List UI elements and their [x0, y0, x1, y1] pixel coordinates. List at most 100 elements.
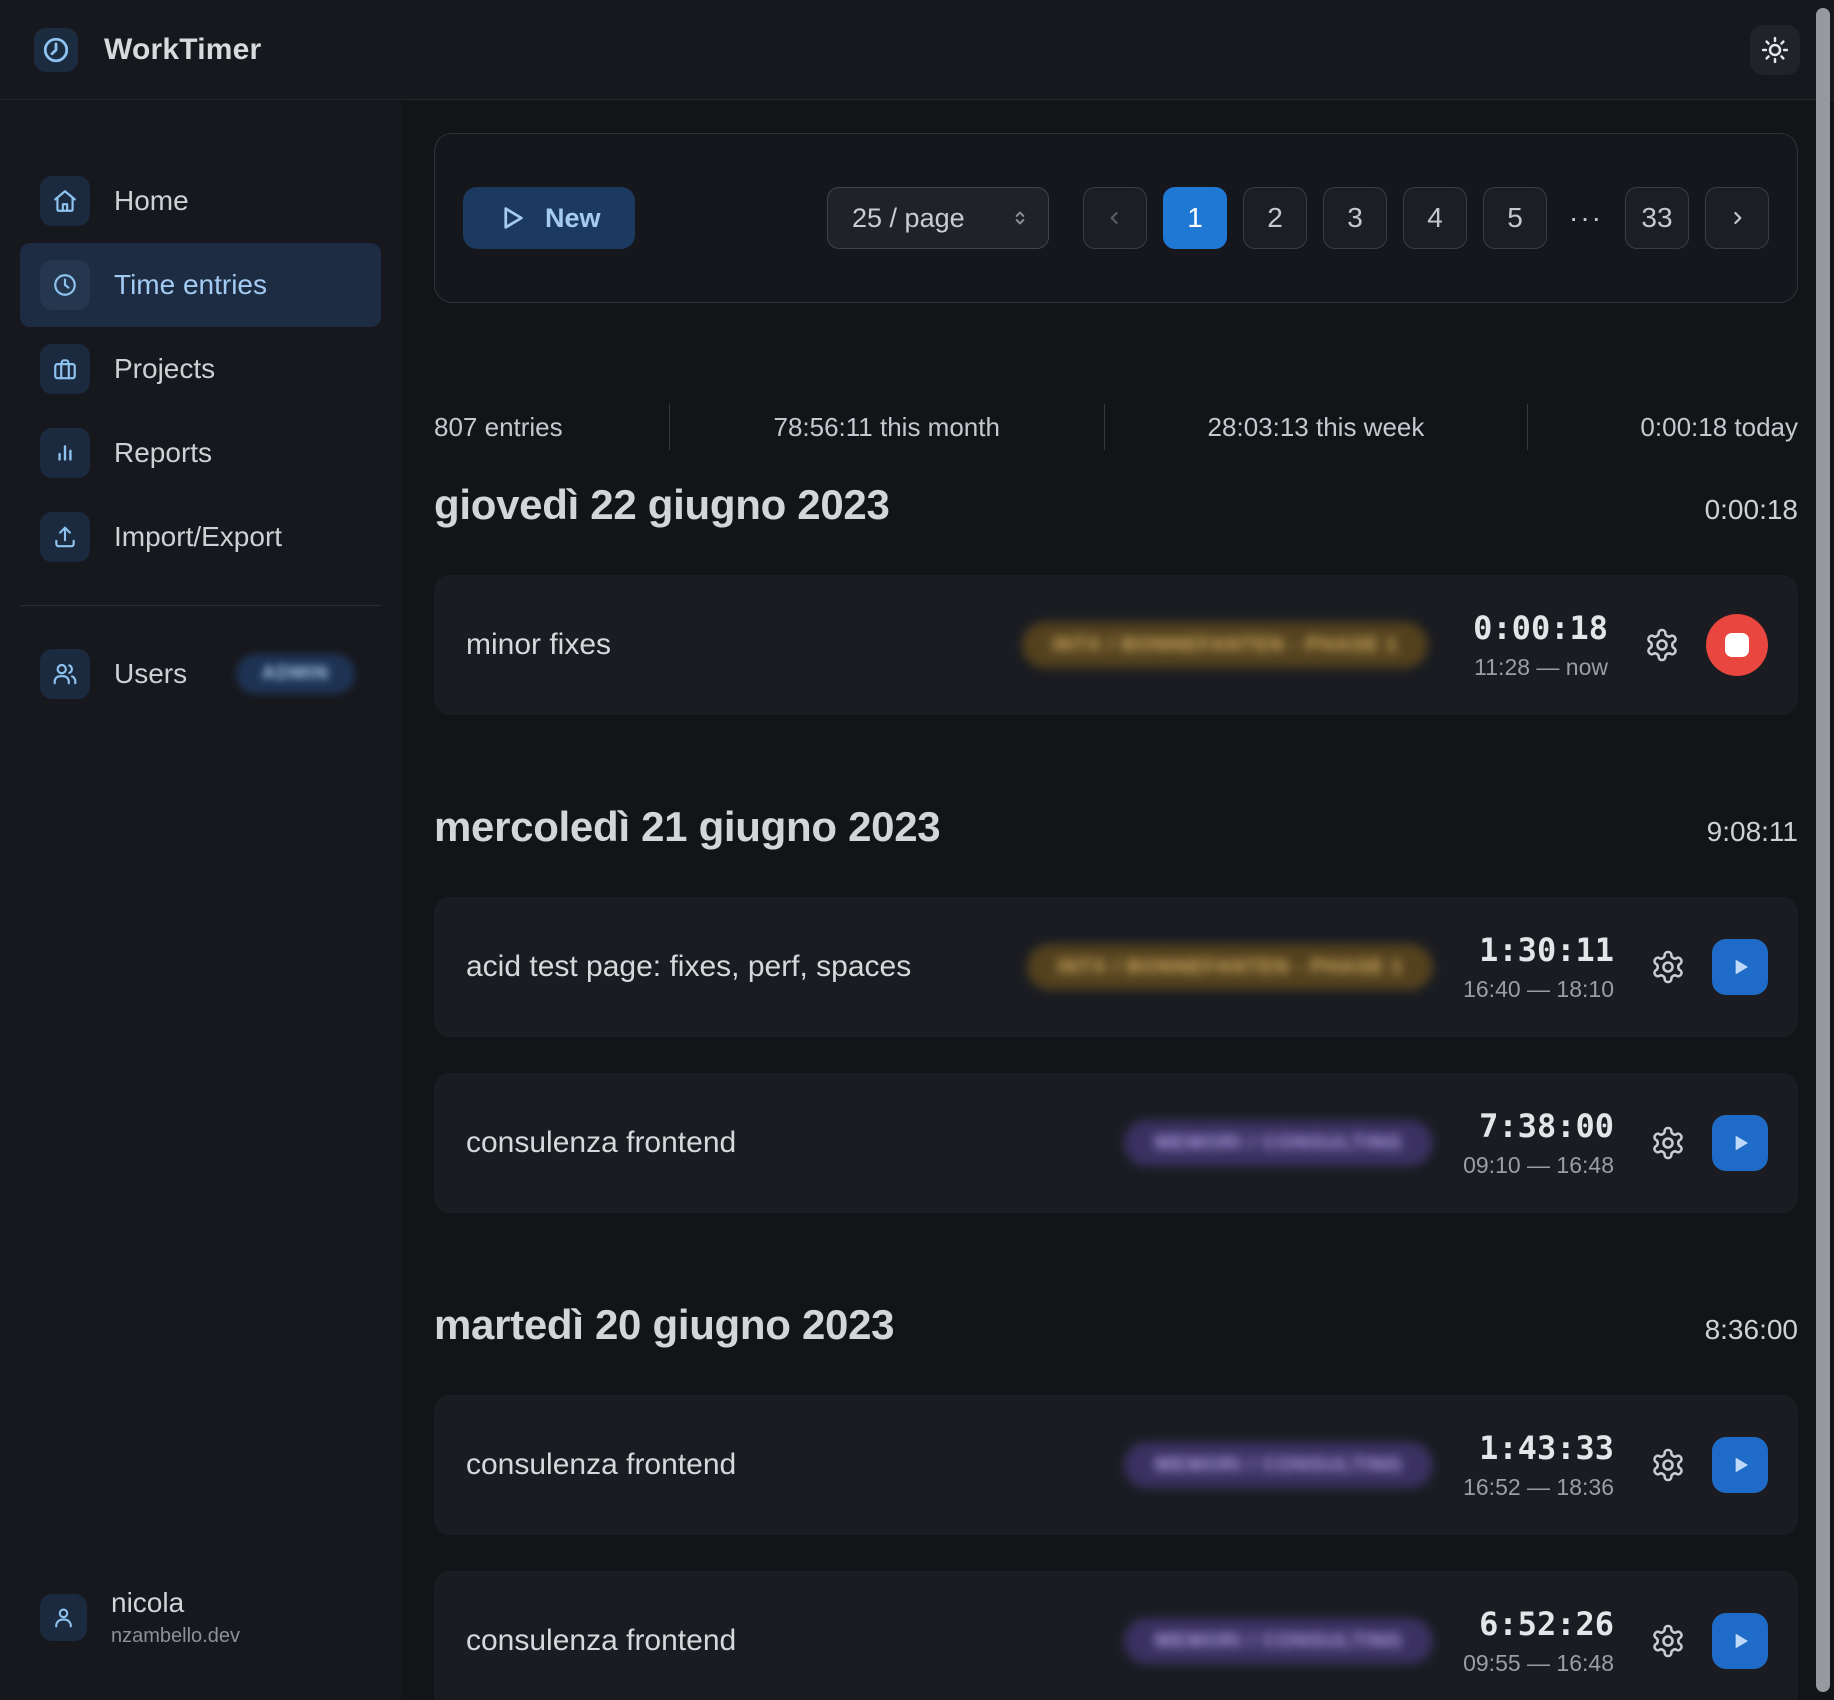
- entry-play-button[interactable]: [1712, 1437, 1768, 1493]
- project-badge: MEMORI / CONSULTING: [1124, 1618, 1433, 1664]
- day-total: 9:08:11: [1707, 816, 1798, 848]
- time-entry-row: acid test page: fixes, perf, spaces INTX…: [434, 897, 1798, 1037]
- entry-description: consulenza frontend: [466, 1126, 1124, 1160]
- time-entry-row: consulenza frontend MEMORI / CONSULTING …: [434, 1571, 1798, 1700]
- entry-description: acid test page: fixes, perf, spaces: [466, 950, 1027, 984]
- play-icon: [1727, 954, 1753, 980]
- chevron-right-icon: [1727, 208, 1747, 228]
- scrollbar[interactable]: [1816, 8, 1830, 1692]
- sidebar-item-reports[interactable]: Reports: [0, 411, 401, 495]
- gear-icon: [1650, 1623, 1686, 1659]
- sidebar-item-label: Projects: [114, 353, 215, 385]
- entry-duration: 6:52:26: [1479, 1605, 1614, 1643]
- day-total: 8:36:00: [1705, 1314, 1798, 1346]
- user-domain: nzambello.dev: [111, 1625, 240, 1648]
- new-entry-label: New: [545, 203, 601, 234]
- sidebar-divider: [20, 605, 381, 606]
- day-header: mercoledì 21 giugno 2023 9:08:11: [434, 803, 1798, 851]
- sidebar-item-projects[interactable]: Projects: [0, 327, 401, 411]
- days-list: giovedì 22 giugno 2023 0:00:18 minor fix…: [434, 481, 1798, 1700]
- entry-settings-button[interactable]: [1646, 1121, 1690, 1165]
- entry-description: consulenza frontend: [466, 1448, 1124, 1482]
- play-icon: [1727, 1452, 1753, 1478]
- entry-description: consulenza frontend: [466, 1624, 1124, 1658]
- entry-stop-button[interactable]: [1706, 614, 1768, 676]
- day-entries: acid test page: fixes, perf, spaces INTX…: [434, 897, 1798, 1213]
- day-section: giovedì 22 giugno 2023 0:00:18 minor fix…: [434, 481, 1798, 715]
- day-entries: consulenza frontend MEMORI / CONSULTING …: [434, 1395, 1798, 1700]
- entry-time-range: 16:40 — 18:10: [1463, 976, 1614, 1003]
- pagination-ellipsis: ···: [1563, 202, 1609, 234]
- day-header: martedì 20 giugno 2023 8:36:00: [434, 1301, 1798, 1349]
- time-entry-row: consulenza frontend MEMORI / CONSULTING …: [434, 1073, 1798, 1213]
- stat-total-entries: 807 entries: [434, 412, 669, 443]
- page-size-value: 25 / page: [852, 203, 965, 234]
- play-outline-icon: [497, 203, 527, 233]
- entry-times: 1:43:33 16:52 — 18:36: [1463, 1429, 1614, 1501]
- time-entry-row: consulenza frontend MEMORI / CONSULTING …: [434, 1395, 1798, 1535]
- current-user[interactable]: nicola nzambello.dev: [0, 1587, 401, 1660]
- entry-settings-button[interactable]: [1646, 945, 1690, 989]
- sidebar-item-label: Import/Export: [114, 521, 282, 553]
- entry-times: 6:52:26 09:55 — 16:48: [1463, 1605, 1614, 1677]
- stats-bar: 807 entries 78:56:11 this month 28:03:13…: [434, 399, 1798, 455]
- project-badge: INTX / BONNEFANTEN - PHASE 1: [1022, 622, 1428, 668]
- app-title: WorkTimer: [104, 33, 261, 67]
- sidebar-item-label: Reports: [114, 437, 212, 469]
- entry-play-button[interactable]: [1712, 939, 1768, 995]
- sidebar-item-time-entries[interactable]: Time entries: [20, 243, 381, 327]
- app-logo: [34, 28, 78, 72]
- day-section: martedì 20 giugno 2023 8:36:00 consulenz…: [434, 1301, 1798, 1700]
- play-icon: [1727, 1130, 1753, 1156]
- entry-duration: 1:43:33: [1479, 1429, 1614, 1467]
- entry-settings-button[interactable]: [1646, 1619, 1690, 1663]
- sidebar-item-users[interactable]: Users ADMIN: [0, 632, 401, 716]
- sidebar: Home Time entries Projects Reports Impor…: [0, 101, 401, 1700]
- prev-page-button[interactable]: [1083, 187, 1147, 249]
- day-section: mercoledì 21 giugno 2023 9:08:11 acid te…: [434, 803, 1798, 1213]
- project-badge: MEMORI / CONSULTING: [1124, 1120, 1433, 1166]
- entry-time-range: 09:55 — 16:48: [1463, 1650, 1614, 1677]
- entry-play-button[interactable]: [1712, 1115, 1768, 1171]
- sidebar-item-home[interactable]: Home: [0, 159, 401, 243]
- entry-description: minor fixes: [466, 628, 1022, 662]
- entry-settings-button[interactable]: [1646, 1443, 1690, 1487]
- project-badge: MEMORI / CONSULTING: [1124, 1442, 1433, 1488]
- new-entry-button[interactable]: New: [463, 187, 635, 249]
- user-icon: [40, 1594, 87, 1641]
- gear-icon: [1650, 1447, 1686, 1483]
- day-title: mercoledì 21 giugno 2023: [434, 803, 940, 851]
- stat-this-month: 78:56:11 this month: [670, 412, 1104, 443]
- entry-play-button[interactable]: [1712, 1613, 1768, 1669]
- users-icon: [40, 649, 90, 699]
- home-icon: [40, 176, 90, 226]
- toolbar: New 25 / page 12345 ··· 33: [434, 133, 1798, 303]
- page-button-last[interactable]: 33: [1625, 187, 1689, 249]
- page-button-2[interactable]: 2: [1243, 187, 1307, 249]
- entry-settings-button[interactable]: [1640, 623, 1684, 667]
- sidebar-item-label: Users: [114, 658, 187, 690]
- sun-icon: [1760, 35, 1790, 65]
- day-title: giovedì 22 giugno 2023: [434, 481, 890, 529]
- page-size-select[interactable]: 25 / page: [827, 187, 1049, 249]
- page-button-3[interactable]: 3: [1323, 187, 1387, 249]
- user-name: nicola: [111, 1587, 240, 1619]
- page-button-4[interactable]: 4: [1403, 187, 1467, 249]
- sidebar-item-import-export[interactable]: Import/Export: [0, 495, 401, 579]
- entry-times: 0:00:18 11:28 — now: [1458, 609, 1608, 681]
- stat-today: 0:00:18 today: [1528, 412, 1798, 443]
- bar-chart-icon: [40, 428, 90, 478]
- page-button-1[interactable]: 1: [1163, 187, 1227, 249]
- sidebar-item-label: Home: [114, 185, 189, 217]
- entry-time-range: 09:10 — 16:48: [1463, 1152, 1614, 1179]
- day-title: martedì 20 giugno 2023: [434, 1301, 894, 1349]
- page-button-5[interactable]: 5: [1483, 187, 1547, 249]
- entry-duration: 7:38:00: [1479, 1107, 1614, 1145]
- play-icon: [1727, 1628, 1753, 1654]
- day-total: 0:00:18: [1705, 494, 1798, 526]
- entry-duration: 1:30:11: [1479, 931, 1614, 969]
- next-page-button[interactable]: [1705, 187, 1769, 249]
- gear-icon: [1644, 627, 1680, 663]
- theme-toggle-button[interactable]: [1750, 25, 1800, 75]
- clock-icon: [40, 260, 90, 310]
